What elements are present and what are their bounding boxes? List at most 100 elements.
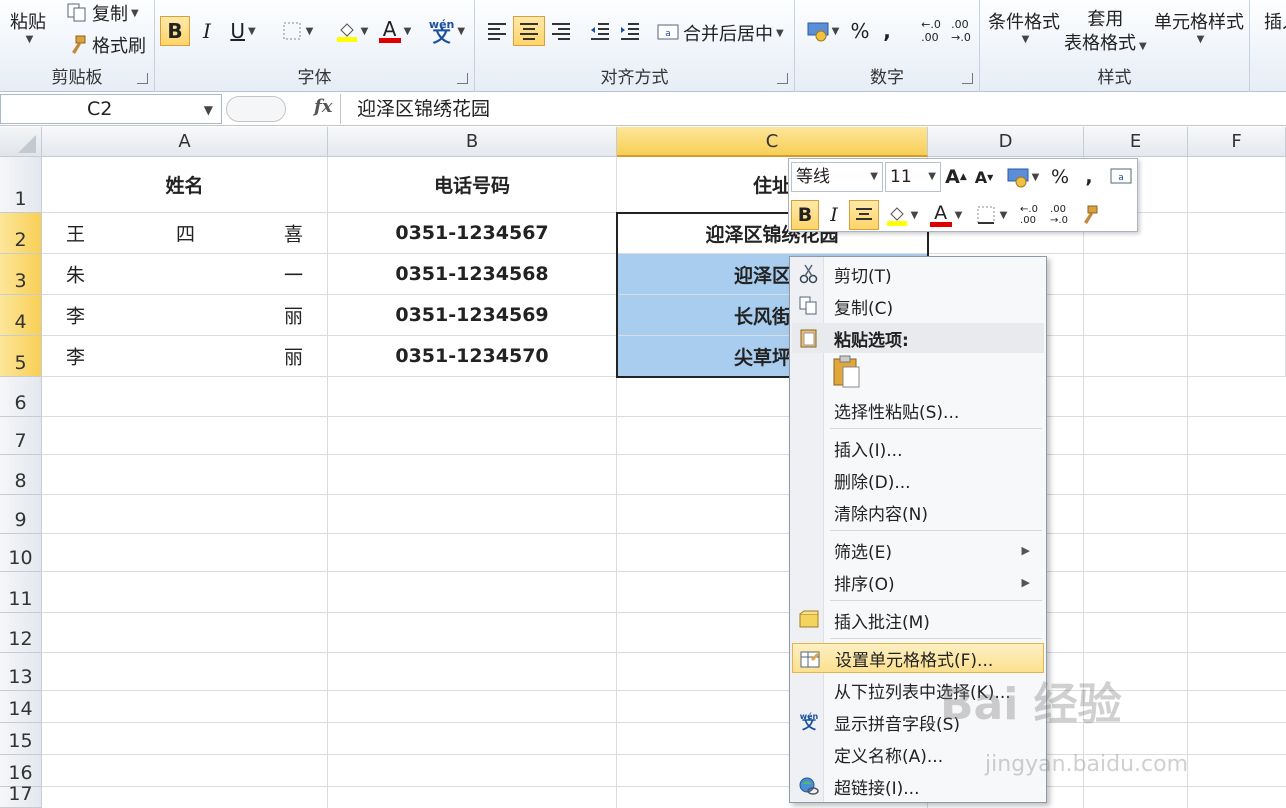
cell-a2[interactable]: 王 四 喜 xyxy=(42,213,328,254)
menu-item-insert[interactable]: 插入(I)... xyxy=(792,433,1044,463)
row-header[interactable]: 1 xyxy=(0,157,42,213)
column-header-a[interactable]: A xyxy=(42,127,328,157)
cell-e4[interactable] xyxy=(1084,295,1188,336)
name-box[interactable]: C2 ▼ xyxy=(0,94,222,124)
menu-item-paste-special[interactable]: 选择性粘贴(S)... xyxy=(792,395,1044,425)
mini-decrease-decimal-button[interactable]: .00 →.0 xyxy=(1045,200,1073,230)
dialog-launcher-icon[interactable] xyxy=(137,73,148,84)
percent-button[interactable]: % xyxy=(847,16,873,46)
mini-font-color-button[interactable]: A ▼ xyxy=(925,200,967,230)
menu-item-insert-comment[interactable]: 插入批注(M) xyxy=(792,605,1044,635)
increase-indent-button[interactable] xyxy=(615,16,645,46)
cell-f5[interactable] xyxy=(1188,336,1286,377)
format-painter-button[interactable]: 格式刷 xyxy=(66,32,146,58)
row-header[interactable]: 4 xyxy=(0,295,42,336)
mini-increase-decimal-button[interactable]: ←.0.00 xyxy=(1015,200,1043,230)
grow-font-button[interactable]: A ▲ xyxy=(943,162,969,192)
row-header[interactable]: 11 xyxy=(0,572,42,613)
conditional-format-button[interactable]: 条件格式 ▼ xyxy=(988,8,1060,45)
formula-bar-splitter[interactable] xyxy=(226,96,286,122)
comma-button[interactable]: , xyxy=(875,16,899,46)
row-header[interactable]: 5 xyxy=(0,336,42,377)
decrease-decimal-button[interactable]: .00 →.0 xyxy=(947,16,975,46)
fill-color-button[interactable]: ▼ xyxy=(331,16,373,46)
cell-b1[interactable]: 电话号码 xyxy=(328,157,617,213)
paste-option-button[interactable] xyxy=(830,355,864,389)
menu-item-delete[interactable]: 删除(D)... xyxy=(792,465,1044,495)
column-header-e[interactable]: E xyxy=(1084,127,1188,157)
row-header[interactable]: 12 xyxy=(0,613,42,653)
formula-input[interactable]: 迎泽区锦绣花园 xyxy=(340,94,1286,124)
mini-comma-button[interactable]: , xyxy=(1077,162,1101,192)
row-header[interactable]: 10 xyxy=(0,534,42,572)
phonetic-button[interactable]: wén 文 ▼ xyxy=(425,16,469,46)
shrink-font-button[interactable]: A ▼ xyxy=(971,162,997,192)
mini-accounting-button[interactable]: ▼ xyxy=(1001,162,1045,192)
menu-item-sort[interactable]: 排序(O) ▶ xyxy=(792,567,1044,597)
row-header[interactable]: 13 xyxy=(0,653,42,691)
accounting-format-button[interactable]: ▼ xyxy=(801,16,845,46)
column-header-f[interactable]: F xyxy=(1188,127,1286,157)
cell-b3[interactable]: 0351-1234568 xyxy=(328,254,617,295)
row-header[interactable]: 2 xyxy=(0,213,42,254)
select-all-corner[interactable] xyxy=(0,127,42,157)
row-header[interactable]: 15 xyxy=(0,723,42,755)
cell-f4[interactable] xyxy=(1188,295,1286,336)
insert-cells-button[interactable]: 插入 xyxy=(1264,8,1286,34)
paste-button[interactable]: 粘贴 ▼ xyxy=(10,8,46,45)
column-header-c[interactable]: C xyxy=(617,127,928,157)
row-header[interactable]: 17 xyxy=(0,783,42,808)
cell-b2[interactable]: 0351-1234567 xyxy=(328,213,617,254)
cell-styles-button[interactable]: 单元格样式 ▼ xyxy=(1154,8,1244,45)
mini-font-size-select[interactable]: 11 ▼ xyxy=(885,162,941,192)
row-header[interactable]: 7 xyxy=(0,417,42,455)
copy-button[interactable]: 复制 ▼ xyxy=(66,0,139,26)
cell-f3[interactable] xyxy=(1188,254,1286,295)
row-header[interactable]: 14 xyxy=(0,691,42,723)
row-header[interactable]: 8 xyxy=(0,455,42,495)
align-right-button[interactable] xyxy=(545,16,577,46)
mini-fill-color-button[interactable]: ▼ xyxy=(881,200,923,230)
mini-center-button[interactable] xyxy=(849,200,879,230)
cell-b5[interactable]: 0351-1234570 xyxy=(328,336,617,377)
align-left-button[interactable] xyxy=(481,16,513,46)
mini-merge-button[interactable]: a xyxy=(1107,162,1135,192)
decrease-indent-button[interactable] xyxy=(585,16,615,46)
dialog-launcher-icon[interactable] xyxy=(457,73,468,84)
mini-percent-button[interactable]: % xyxy=(1047,162,1073,192)
menu-item-copy[interactable]: 复制(C) xyxy=(792,291,1044,321)
row-header[interactable]: 9 xyxy=(0,495,42,534)
row-header[interactable]: 3 xyxy=(0,254,42,295)
border-button[interactable]: ▼ xyxy=(277,16,317,46)
empty-grid-area[interactable] xyxy=(42,377,1286,808)
increase-decimal-button[interactable]: ←.0.00 xyxy=(917,16,945,46)
dialog-launcher-icon[interactable] xyxy=(962,73,973,84)
column-header-d[interactable]: D xyxy=(928,127,1084,157)
menu-item-clear-contents[interactable]: 清除内容(N) xyxy=(792,497,1044,527)
insert-function-icon[interactable]: fx xyxy=(314,96,332,117)
chevron-down-icon[interactable]: ▼ xyxy=(204,96,213,124)
column-header-b[interactable]: B xyxy=(328,127,617,157)
row-header[interactable]: 6 xyxy=(0,377,42,417)
mini-border-button[interactable]: ▼ xyxy=(971,200,1011,230)
align-center-button[interactable] xyxy=(513,16,545,46)
mini-font-name-select[interactable]: 等线 ▼ xyxy=(791,162,883,192)
cell-b4[interactable]: 0351-1234569 xyxy=(328,295,617,336)
cell-e5[interactable] xyxy=(1084,336,1188,377)
underline-button[interactable]: U ▼ xyxy=(223,16,263,46)
menu-item-cut[interactable]: 剪切(T) xyxy=(792,259,1044,289)
mini-format-painter-button[interactable] xyxy=(1075,200,1103,230)
menu-item-filter[interactable]: 筛选(E) ▶ xyxy=(792,535,1044,565)
bold-button[interactable]: B xyxy=(160,16,190,46)
format-table-button[interactable]: 套用 表格格式 ▼ xyxy=(1064,8,1147,59)
cell-f1[interactable] xyxy=(1188,157,1286,213)
cell-a5[interactable]: 李 丽 xyxy=(42,336,328,377)
cell-a4[interactable]: 李 丽 xyxy=(42,295,328,336)
cell-a1[interactable]: 姓名 xyxy=(42,157,328,213)
italic-button[interactable]: I xyxy=(193,16,221,46)
cell-e3[interactable] xyxy=(1084,254,1188,295)
merge-center-button[interactable]: a 合并后居中 ▼ xyxy=(657,20,784,46)
mini-italic-button[interactable]: I xyxy=(821,200,847,230)
cell-f2[interactable] xyxy=(1188,213,1286,254)
dialog-launcher-icon[interactable] xyxy=(777,73,788,84)
